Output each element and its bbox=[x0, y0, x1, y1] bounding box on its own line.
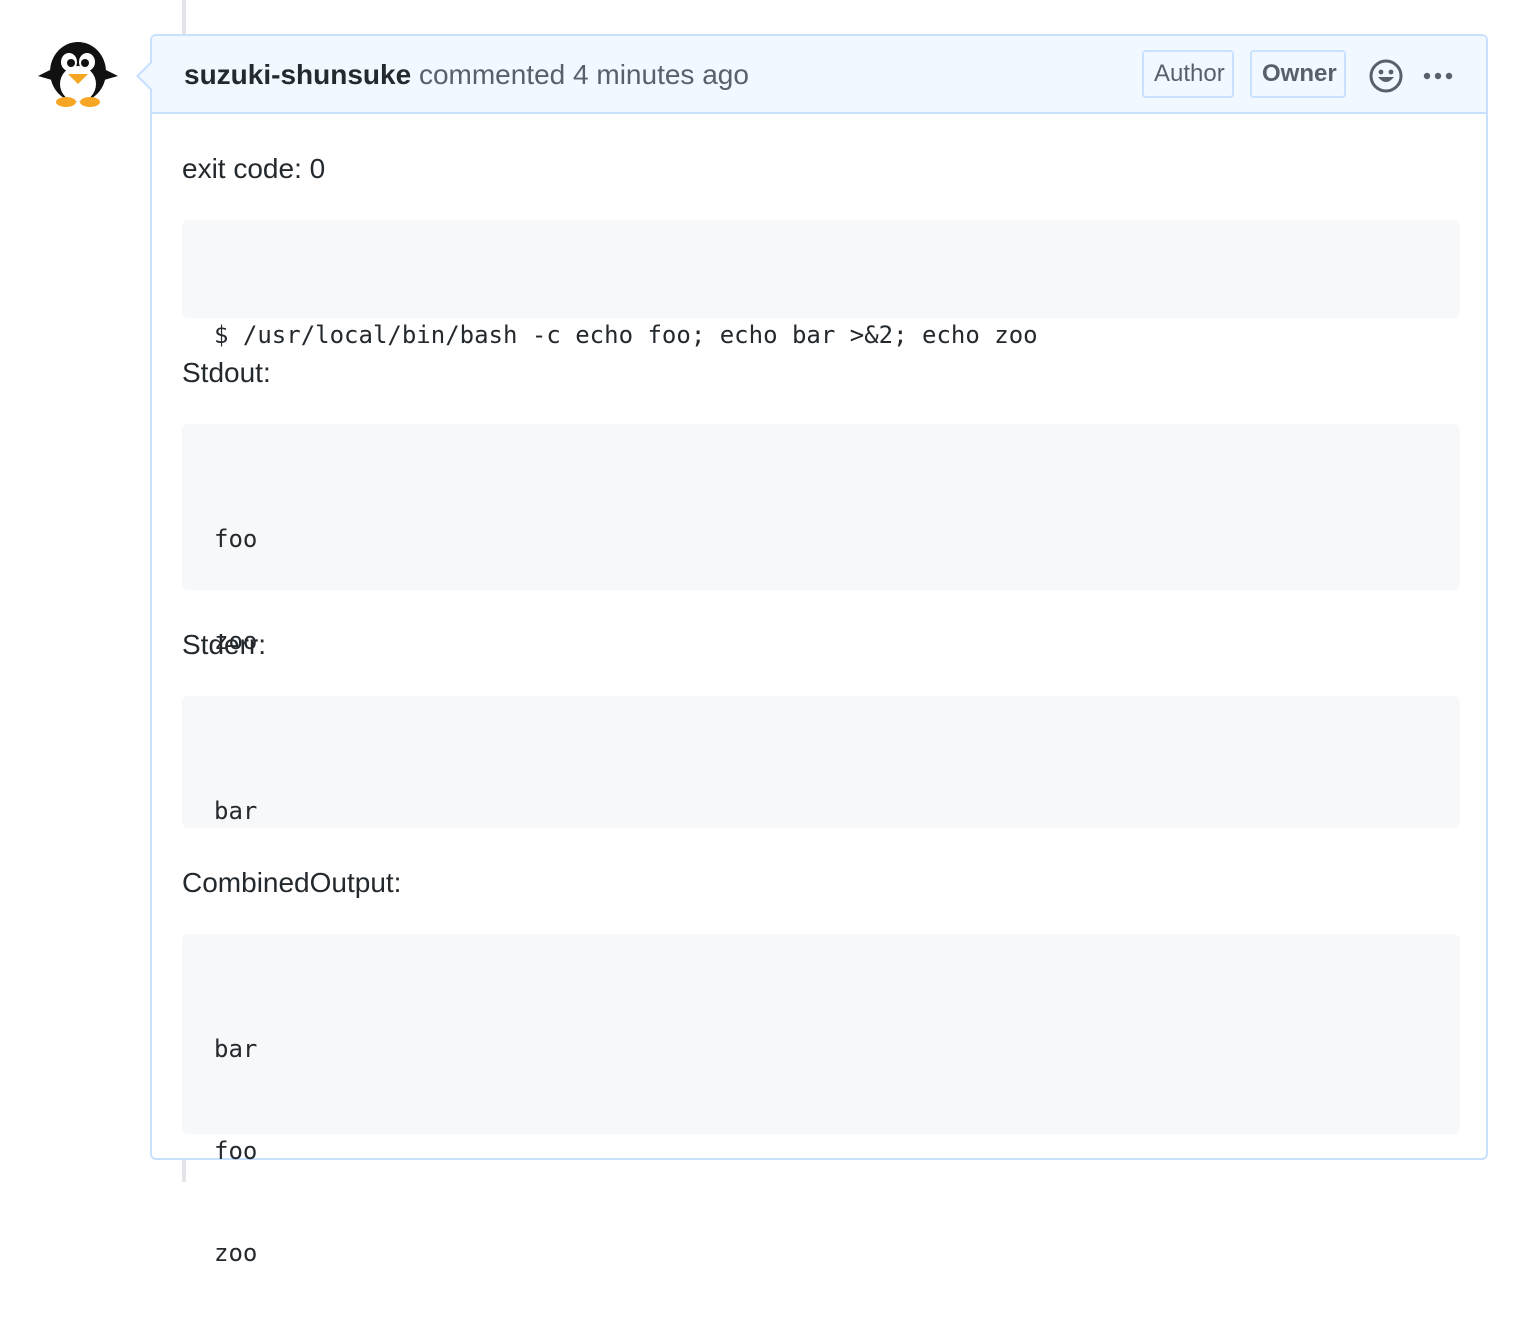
code-line: foo bbox=[214, 525, 258, 553]
author-link[interactable]: suzuki-shunsuke bbox=[184, 59, 411, 90]
stdout-code-block: foo zoo bbox=[182, 424, 1460, 655]
penguin-avatar-icon bbox=[38, 42, 118, 107]
stdout-label: Stdout: bbox=[182, 357, 271, 388]
owner-badge: Owner bbox=[1250, 50, 1346, 98]
more-options-button[interactable] bbox=[1420, 64, 1456, 88]
comment-header-text: suzuki-shunsuke commented 4 minutes ago bbox=[184, 58, 749, 92]
code-line: zoo bbox=[214, 1239, 258, 1267]
author-badge: Author bbox=[1142, 50, 1234, 98]
exit-code-text: exit code: 0 bbox=[182, 153, 326, 184]
comment-card: suzuki-shunsuke commented 4 minutes ago … bbox=[136, 34, 1488, 1267]
stderr-label: Stderr: bbox=[182, 629, 267, 660]
kebab-horizontal-icon bbox=[1423, 72, 1453, 80]
code-line: zoo bbox=[214, 627, 258, 655]
command-line: $ /usr/local/bin/bash -c echo foo; echo … bbox=[214, 321, 1038, 349]
stderr-code-block: bar bbox=[182, 696, 1460, 828]
code-line: bar bbox=[214, 1035, 258, 1063]
comment-header: suzuki-shunsuke commented 4 minutes ago … bbox=[152, 36, 1486, 114]
combined-output-label: CombinedOutput: bbox=[182, 867, 402, 898]
code-line: bar bbox=[214, 797, 258, 825]
comment-action: commented bbox=[418, 59, 566, 90]
comment-timestamp[interactable]: 4 minutes ago bbox=[573, 59, 749, 90]
combined-output-code-block: bar foo zoo bbox=[182, 934, 1460, 1267]
command-code-block: $ /usr/local/bin/bash -c echo foo; echo … bbox=[182, 220, 1460, 349]
smiley-icon bbox=[1369, 59, 1403, 93]
avatar[interactable] bbox=[38, 40, 118, 108]
code-line: foo bbox=[214, 1137, 258, 1165]
add-reaction-button[interactable] bbox=[1368, 58, 1404, 94]
